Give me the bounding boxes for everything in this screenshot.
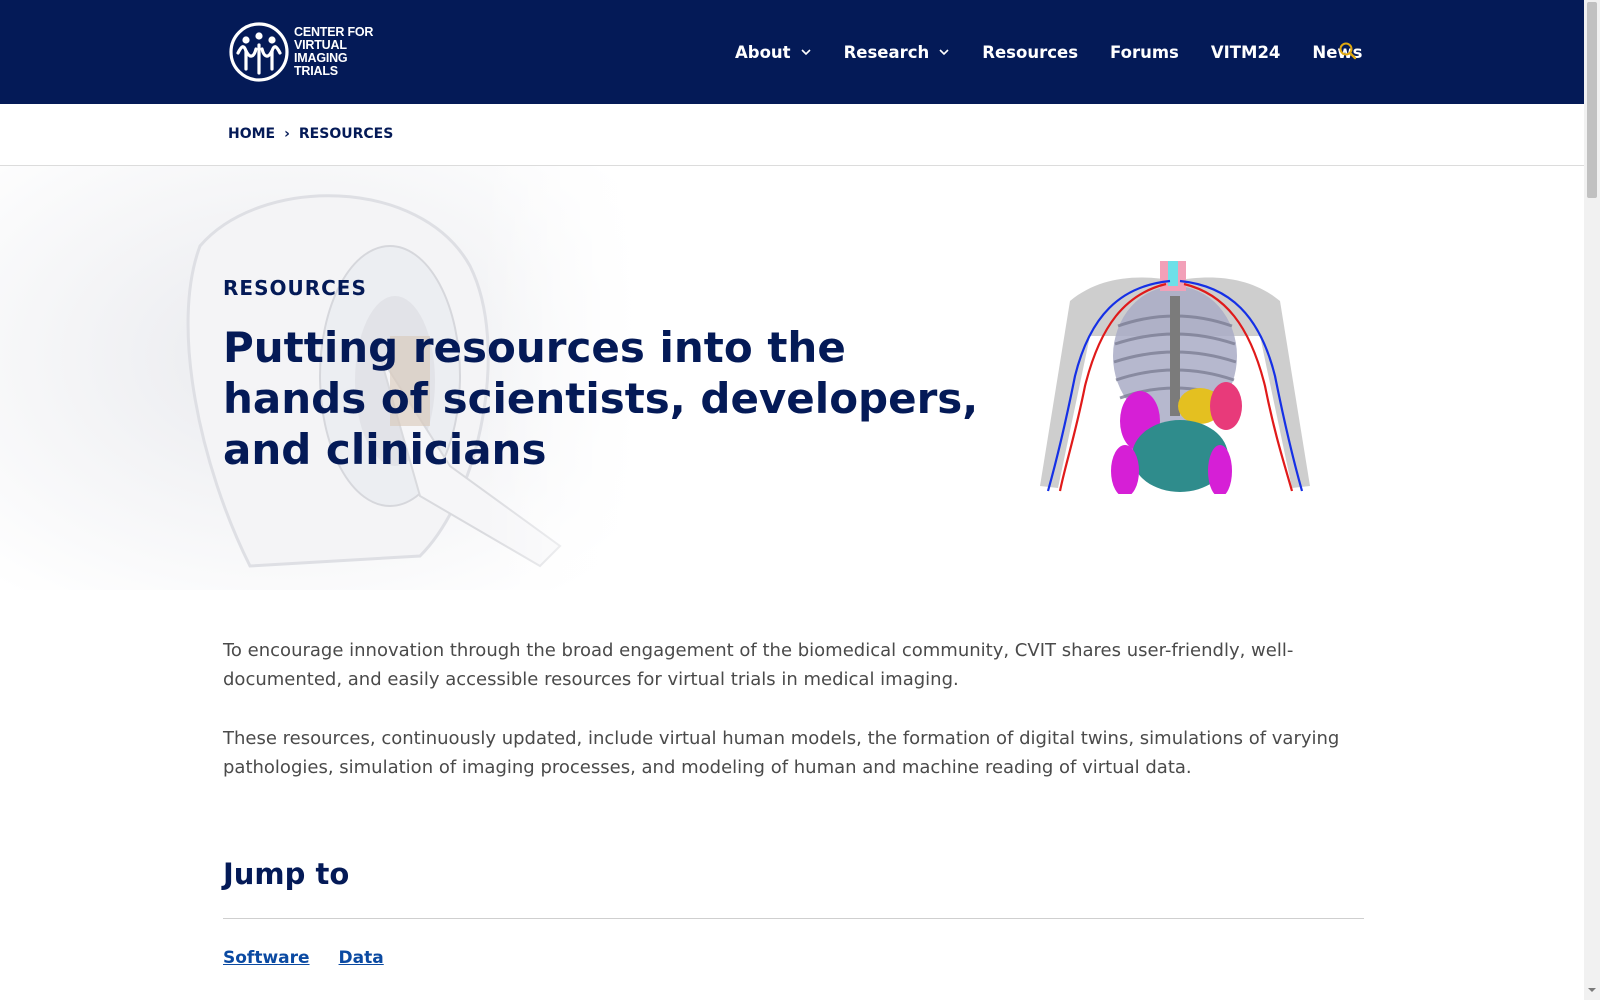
nav-item-label: Forums [1110,42,1179,62]
page: CENTER FOR VIRTUAL IMAGING TRIALS About … [0,0,1584,1000]
jump-to-heading: Jump to [223,857,350,891]
intro-paragraph: These resources, continuously updated, i… [223,728,1340,778]
main-nav: About Research Resources Forums VITM24 N… [735,0,1394,104]
chevron-down-icon [800,49,811,56]
breadcrumb-current: RESOURCES [298,126,394,142]
hero-text: RESOURCES Putting resources into the han… [223,276,983,475]
logo-text: CENTER FOR VIRTUAL IMAGING TRIALS [294,26,373,78]
jump-link-software[interactable]: Software [223,948,310,968]
nav-item-about[interactable]: About [735,43,812,62]
jump-link-data[interactable]: Data [339,948,384,968]
site-logo[interactable]: CENTER FOR VIRTUAL IMAGING TRIALS [228,20,378,84]
chevron-down-icon [939,49,949,56]
nav-item-label: VITM24 [1210,42,1281,62]
section-divider [223,918,1364,919]
page-title: Putting resources into the hands of scie… [223,323,979,474]
nav-item-research[interactable]: Research [844,43,951,62]
intro-paragraph: To encourage innovation through the broa… [223,640,1294,690]
site-header: CENTER FOR VIRTUAL IMAGING TRIALS About … [0,0,1584,104]
nav-item-forums[interactable]: Forums [1110,43,1179,62]
breadcrumb-home-link[interactable]: HOME [228,126,275,142]
main-content: To encourage innovation through the broa… [223,636,1363,812]
nav-item-resources[interactable]: Resources [982,43,1078,62]
breadcrumb-bar: HOME › RESOURCES [0,104,1584,166]
virtual-human-anatomy-image [1040,261,1310,494]
scrollbar[interactable] [1584,0,1600,1000]
breadcrumb: HOME › RESOURCES [228,126,393,142]
breadcrumb-separator: › [284,126,290,142]
nav-item-vitm24[interactable]: VITM24 [1211,43,1281,62]
hero-eyebrow: RESOURCES [223,276,367,300]
nav-item-label: Research [843,42,930,62]
cvit-logo-icon [229,22,289,82]
logo-line: TRIALS [294,64,338,78]
nav-item-label: Resources [982,42,1079,62]
hero-section: RESOURCES Putting resources into the han… [0,166,1584,590]
nav-item-label: About [735,42,791,62]
scrollbar-thumb[interactable] [1587,2,1597,198]
search-icon[interactable] [1338,41,1358,61]
scroll-down-arrow-icon[interactable] [1587,984,1597,996]
jump-to-links: Software Data [223,948,413,968]
